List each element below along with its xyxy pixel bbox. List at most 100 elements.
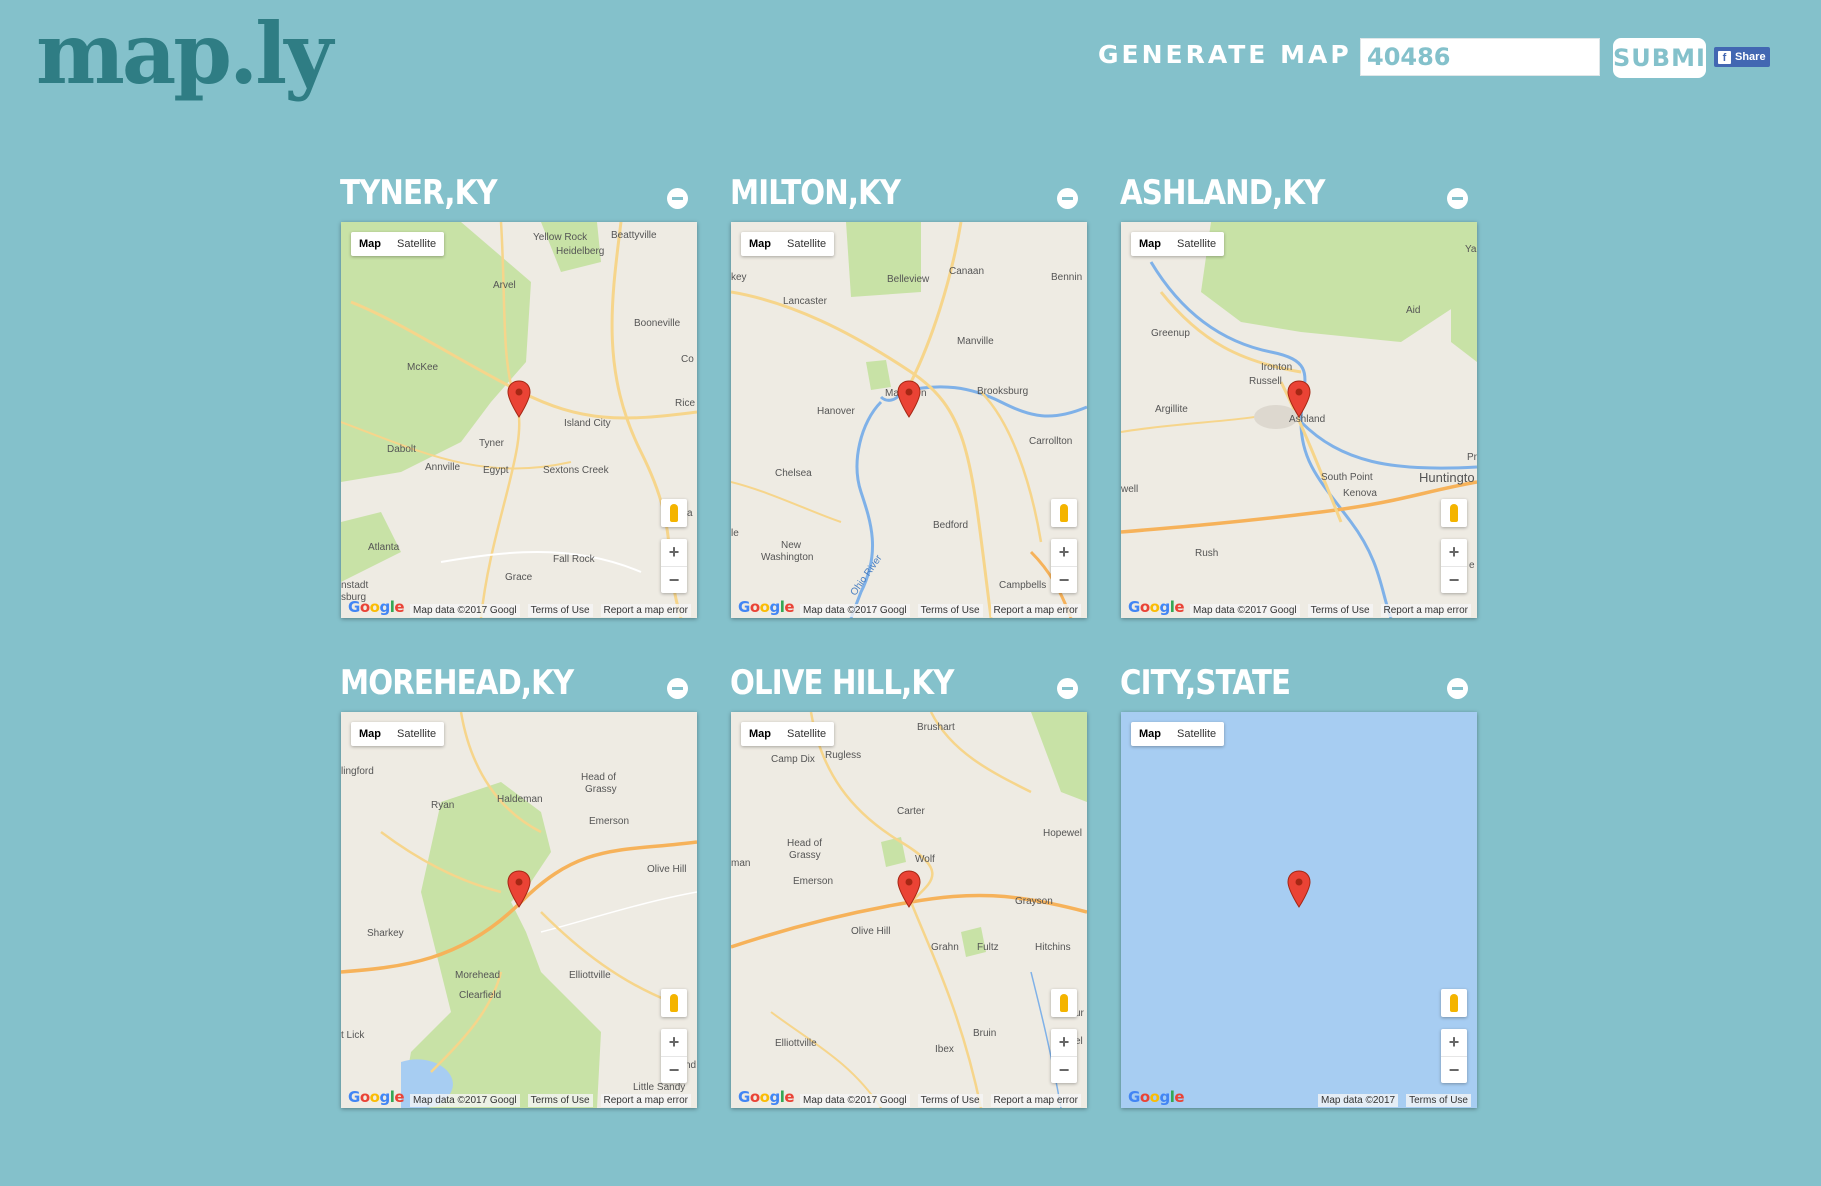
map-terrain: [341, 222, 697, 618]
map-place-label: Atlanta: [368, 542, 400, 553]
zoom-in-button[interactable]: +: [661, 1029, 687, 1057]
zoom-in-button[interactable]: +: [1441, 539, 1467, 567]
map-attribution-bar: Map data ©2017 Googl Terms of Use Report…: [731, 602, 1087, 618]
city-title: MOREHEAD,KY: [340, 663, 574, 703]
location-pin-icon[interactable]: [897, 870, 921, 908]
map-type-satellite-button[interactable]: Satellite: [389, 232, 444, 256]
report-map-error-link[interactable]: Report a map error: [1380, 603, 1471, 617]
street-view-pegman-icon[interactable]: [1441, 989, 1467, 1017]
zoom-in-button[interactable]: +: [1051, 1029, 1077, 1057]
map-view[interactable]: Belleview Canaan Bennin Lancaster Manvil…: [731, 222, 1087, 618]
zoom-in-button[interactable]: +: [661, 539, 687, 567]
map-type-map-button[interactable]: Map: [351, 722, 389, 746]
map-view[interactable]: Head of Grassy Haldeman Ryan Emerson Oli…: [341, 712, 697, 1108]
map-view[interactable]: Brushart Camp Dix Rugless Carter Hopewel…: [731, 712, 1087, 1108]
terms-of-use-link[interactable]: Terms of Use: [527, 603, 593, 617]
zoom-out-button[interactable]: −: [1051, 567, 1077, 594]
map-place-label: Grahn: [931, 942, 959, 953]
city-title: TYNER,KY: [340, 173, 498, 213]
map-place-label: key: [731, 272, 747, 283]
map-place-label: Huntingto: [1419, 470, 1475, 485]
zoom-out-button[interactable]: −: [1051, 1057, 1077, 1084]
map-card-morehead: MOREHEAD,KY Head of Grassy Haldeman Ryan…: [340, 663, 698, 1108]
map-card-olive-hill: OLIVE HILL,KY Brushart Camp Dix Rugless …: [730, 664, 1088, 1108]
map-place-label: Head of: [787, 838, 823, 849]
map-type-map-button[interactable]: Map: [1131, 232, 1169, 256]
map-place-label: Olive Hill: [647, 864, 687, 875]
map-type-map-button[interactable]: Map: [741, 722, 779, 746]
street-view-pegman-icon[interactable]: [661, 989, 687, 1017]
share-label: Share: [1735, 51, 1766, 63]
map-place-label: Morehead: [455, 970, 501, 981]
map-type-control: Map Satellite: [741, 722, 835, 746]
map-place-label: Bruin: [973, 1028, 997, 1039]
map-view[interactable]: Map Satellite + − Google Map data ©2017 …: [1121, 712, 1477, 1108]
facebook-share-button[interactable]: f Share: [1714, 47, 1770, 67]
report-map-error-link[interactable]: Report a map error: [990, 603, 1081, 617]
terms-of-use-link[interactable]: Terms of Use: [1406, 1093, 1471, 1107]
zoom-out-button[interactable]: −: [1441, 567, 1467, 594]
map-view[interactable]: Greenup Ironton Russell Argillite Ashlan…: [1121, 222, 1477, 618]
report-map-error-link[interactable]: Report a map error: [600, 603, 691, 617]
remove-card-icon[interactable]: [1057, 188, 1078, 209]
map-place-label: le: [731, 528, 739, 539]
map-place-label: Pr: [1467, 452, 1477, 463]
map-type-satellite-button[interactable]: Satellite: [389, 722, 444, 746]
terms-of-use-link[interactable]: Terms of Use: [917, 1093, 983, 1107]
map-place-label: lingford: [341, 766, 374, 777]
remove-card-icon[interactable]: [667, 188, 688, 209]
report-map-error-link[interactable]: Report a map error: [990, 1093, 1081, 1107]
terms-of-use-link[interactable]: Terms of Use: [917, 603, 983, 617]
location-pin-icon[interactable]: [507, 870, 531, 908]
zoom-out-button[interactable]: −: [1441, 1057, 1467, 1084]
map-place-label: New: [781, 540, 802, 551]
location-pin-icon[interactable]: [1287, 870, 1311, 908]
location-pin-icon[interactable]: [1287, 380, 1311, 418]
remove-card-icon[interactable]: [1057, 678, 1078, 699]
street-view-pegman-icon[interactable]: [1051, 499, 1077, 527]
submit-button[interactable]: SUBMIT: [1613, 38, 1722, 78]
street-view-pegman-icon[interactable]: [661, 499, 687, 527]
map-place-label: nstadt: [341, 580, 369, 591]
report-map-error-link[interactable]: Report a map error: [600, 1093, 691, 1107]
map-type-map-button[interactable]: Map: [1131, 722, 1169, 746]
map-data-attribution: Map data ©2017 Googl: [800, 1093, 910, 1107]
map-place-label: Dabolt: [387, 444, 416, 455]
street-view-pegman-icon[interactable]: [1441, 499, 1467, 527]
zipcode-input[interactable]: [1360, 38, 1600, 76]
location-pin-icon[interactable]: [897, 380, 921, 418]
terms-of-use-link[interactable]: Terms of Use: [527, 1093, 593, 1107]
map-place-label: Yar: [1465, 244, 1477, 255]
zoom-out-button[interactable]: −: [661, 1057, 687, 1084]
card-header: CITY,STATE: [1120, 663, 1478, 705]
map-type-satellite-button[interactable]: Satellite: [779, 722, 834, 746]
map-type-map-button[interactable]: Map: [741, 232, 779, 256]
map-place-label: Emerson: [589, 816, 630, 827]
city-title: CITY,STATE: [1120, 663, 1291, 703]
map-place-label: Kenova: [1343, 488, 1377, 499]
terms-of-use-link[interactable]: Terms of Use: [1307, 603, 1373, 617]
map-type-satellite-button[interactable]: Satellite: [1169, 722, 1224, 746]
map-place-label: Bedford: [933, 520, 969, 531]
map-attribution-bar: Map data ©2017 Googl Terms of Use Report…: [1121, 602, 1477, 618]
remove-card-icon[interactable]: [1447, 188, 1468, 209]
remove-card-icon[interactable]: [667, 678, 688, 699]
map-place-label: a: [687, 508, 693, 519]
map-place-label: man: [731, 858, 751, 869]
map-place-label: Greenup: [1151, 328, 1190, 339]
street-view-pegman-icon[interactable]: [1051, 989, 1077, 1017]
map-place-label: Russell: [1249, 376, 1282, 387]
map-type-map-button[interactable]: Map: [351, 232, 389, 256]
zoom-out-button[interactable]: −: [661, 567, 687, 594]
map-card-tyner: TYNER,KY Yellow Rock Beattyville Heidelb…: [340, 173, 698, 618]
map-view[interactable]: Yellow Rock Beattyville Heidelberg Arvel…: [341, 222, 697, 618]
zoom-in-button[interactable]: +: [1051, 539, 1077, 567]
zoom-control: + −: [1441, 539, 1467, 593]
location-pin-icon[interactable]: [507, 380, 531, 418]
zoom-in-button[interactable]: +: [1441, 1029, 1467, 1057]
map-attribution-bar: Map data ©2017 Googl Terms of Use Report…: [341, 1092, 697, 1108]
remove-card-icon[interactable]: [1447, 678, 1468, 699]
zoom-control: + −: [1051, 1029, 1077, 1083]
map-type-satellite-button[interactable]: Satellite: [1169, 232, 1224, 256]
map-type-satellite-button[interactable]: Satellite: [779, 232, 834, 256]
